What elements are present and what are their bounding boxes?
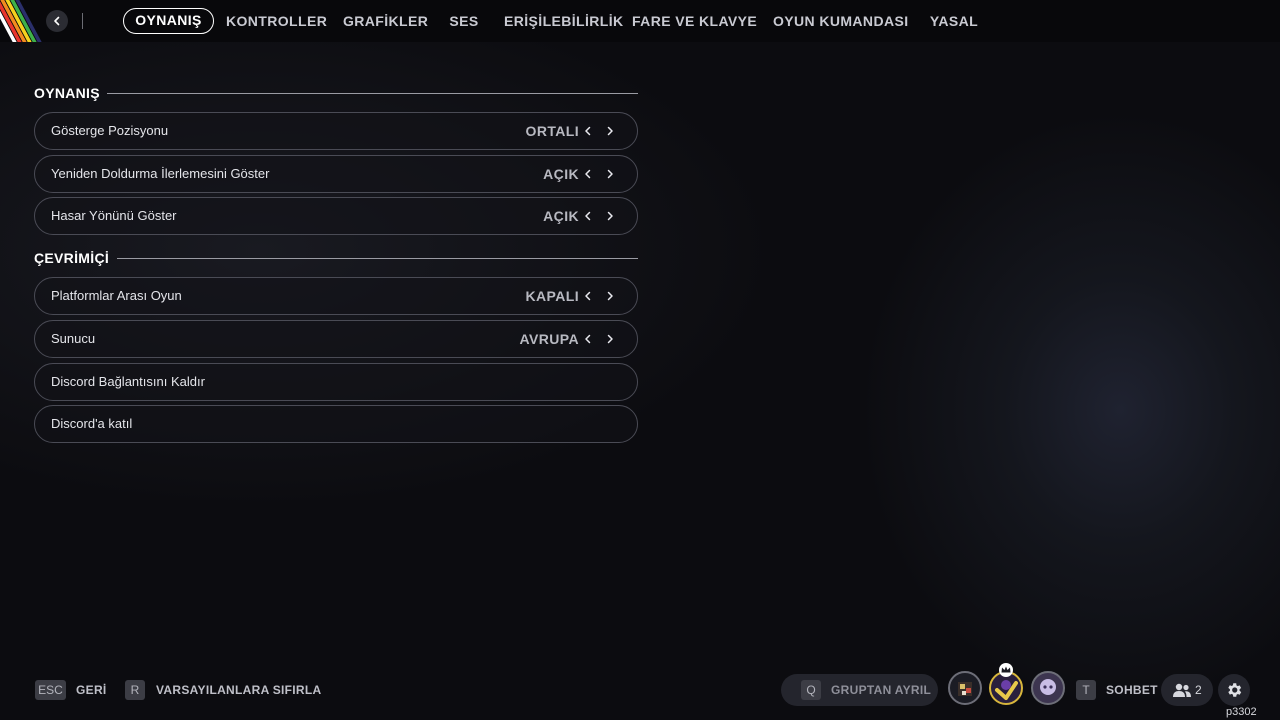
tab-erisilebilirlik[interactable]: ERİŞİLEBİLİRLİK <box>504 8 623 34</box>
q-key-hint: Q <box>801 680 821 700</box>
setting-label: Yeniden Doldurma İlerlemesini Göster <box>51 166 270 181</box>
chat-button[interactable]: SOHBET <box>1106 680 1158 700</box>
tab-fare-ve-klavye[interactable]: FARE VE KLAVYE <box>632 8 757 34</box>
setting-row-damage-direction[interactable]: Hasar Yönünü Göster AÇIK <box>34 197 638 235</box>
setting-label: Discord Bağlantısını Kaldır <box>51 374 205 389</box>
avatar-image <box>1040 679 1056 695</box>
setting-value: AÇIK <box>543 208 579 224</box>
section-divider <box>117 258 638 259</box>
tab-yasal[interactable]: YASAL <box>927 8 981 34</box>
setting-value: KAPALI <box>525 288 579 304</box>
chevron-left-icon[interactable] <box>581 124 595 138</box>
tab-kontroller[interactable]: KONTROLLER <box>226 8 327 34</box>
rainbow-logo <box>0 0 46 42</box>
chevron-right-icon[interactable] <box>603 124 617 138</box>
chevron-left-icon[interactable] <box>581 289 595 303</box>
setting-value: AÇIK <box>543 166 579 182</box>
gear-icon <box>1228 683 1242 697</box>
chevron-left-icon[interactable] <box>581 209 595 223</box>
tab-oynanis[interactable]: OYNANIŞ <box>123 8 214 34</box>
discord-join-button[interactable]: Discord'a katıl <box>34 405 638 443</box>
setting-label: Gösterge Pozisyonu <box>51 123 169 138</box>
setting-row-hud-position[interactable]: Gösterge Pozisyonu ORTALI <box>34 112 638 150</box>
avatar[interactable] <box>948 671 982 705</box>
friends-count: 2 <box>1195 683 1202 697</box>
back-footer-button[interactable]: GERİ <box>76 680 107 700</box>
setting-row-crossplay[interactable]: Platformlar Arası Oyun KAPALI <box>34 277 638 315</box>
chevron-left-icon <box>54 16 60 26</box>
chevron-right-icon[interactable] <box>603 209 617 223</box>
leave-party-label: GRUPTAN AYRIL <box>831 683 932 697</box>
version-label: p3302 <box>1226 706 1257 718</box>
r-key-hint: R <box>125 680 145 700</box>
esc-key-hint: ESC <box>35 680 66 700</box>
setting-label: Sunucu <box>51 331 96 346</box>
section-title-online: ÇEVRİMİÇİ <box>34 250 110 266</box>
setting-value: ORTALI <box>525 123 579 139</box>
top-nav-bar: OYNANIŞ KONTROLLER GRAFİKLER SES ERİŞİLE… <box>0 0 1280 42</box>
tab-ses[interactable]: SES <box>447 8 481 34</box>
setting-label: Platformlar Arası Oyun <box>51 288 182 303</box>
setting-row-server[interactable]: Sunucu AVRUPA <box>34 320 638 358</box>
chevron-right-icon[interactable] <box>603 332 617 346</box>
nav-divider <box>82 13 83 29</box>
crown-icon <box>999 663 1013 677</box>
leave-party-button[interactable]: Q GRUPTAN AYRIL <box>781 674 938 706</box>
chevron-left-icon[interactable] <box>581 167 595 181</box>
back-button[interactable] <box>46 10 68 32</box>
section-title-gameplay: OYNANIŞ <box>34 85 100 101</box>
avatar-image <box>958 682 972 696</box>
tab-oyun-kumandasi[interactable]: OYUN KUMANDASI <box>773 8 908 34</box>
setting-value: AVRUPA <box>519 331 579 347</box>
friends-icon <box>1173 683 1191 697</box>
section-divider <box>107 93 638 94</box>
reset-defaults-button[interactable]: VARSAYILANLARA SIFIRLA <box>156 680 322 700</box>
avatar[interactable] <box>1031 671 1065 705</box>
chevron-right-icon[interactable] <box>603 167 617 181</box>
avatar-image <box>995 680 1018 700</box>
tab-grafikler[interactable]: GRAFİKLER <box>343 8 428 34</box>
settings-button[interactable] <box>1218 674 1250 706</box>
setting-row-reload-progress[interactable]: Yeniden Doldurma İlerlemesini Göster AÇI… <box>34 155 638 193</box>
chevron-left-icon[interactable] <box>581 332 595 346</box>
setting-label: Discord'a katıl <box>51 416 133 431</box>
chevron-right-icon[interactable] <box>603 289 617 303</box>
discord-unlink-button[interactable]: Discord Bağlantısını Kaldır <box>34 363 638 401</box>
t-key-hint: T <box>1076 680 1096 700</box>
setting-label: Hasar Yönünü Göster <box>51 208 177 223</box>
friends-button[interactable]: 2 <box>1161 674 1213 706</box>
